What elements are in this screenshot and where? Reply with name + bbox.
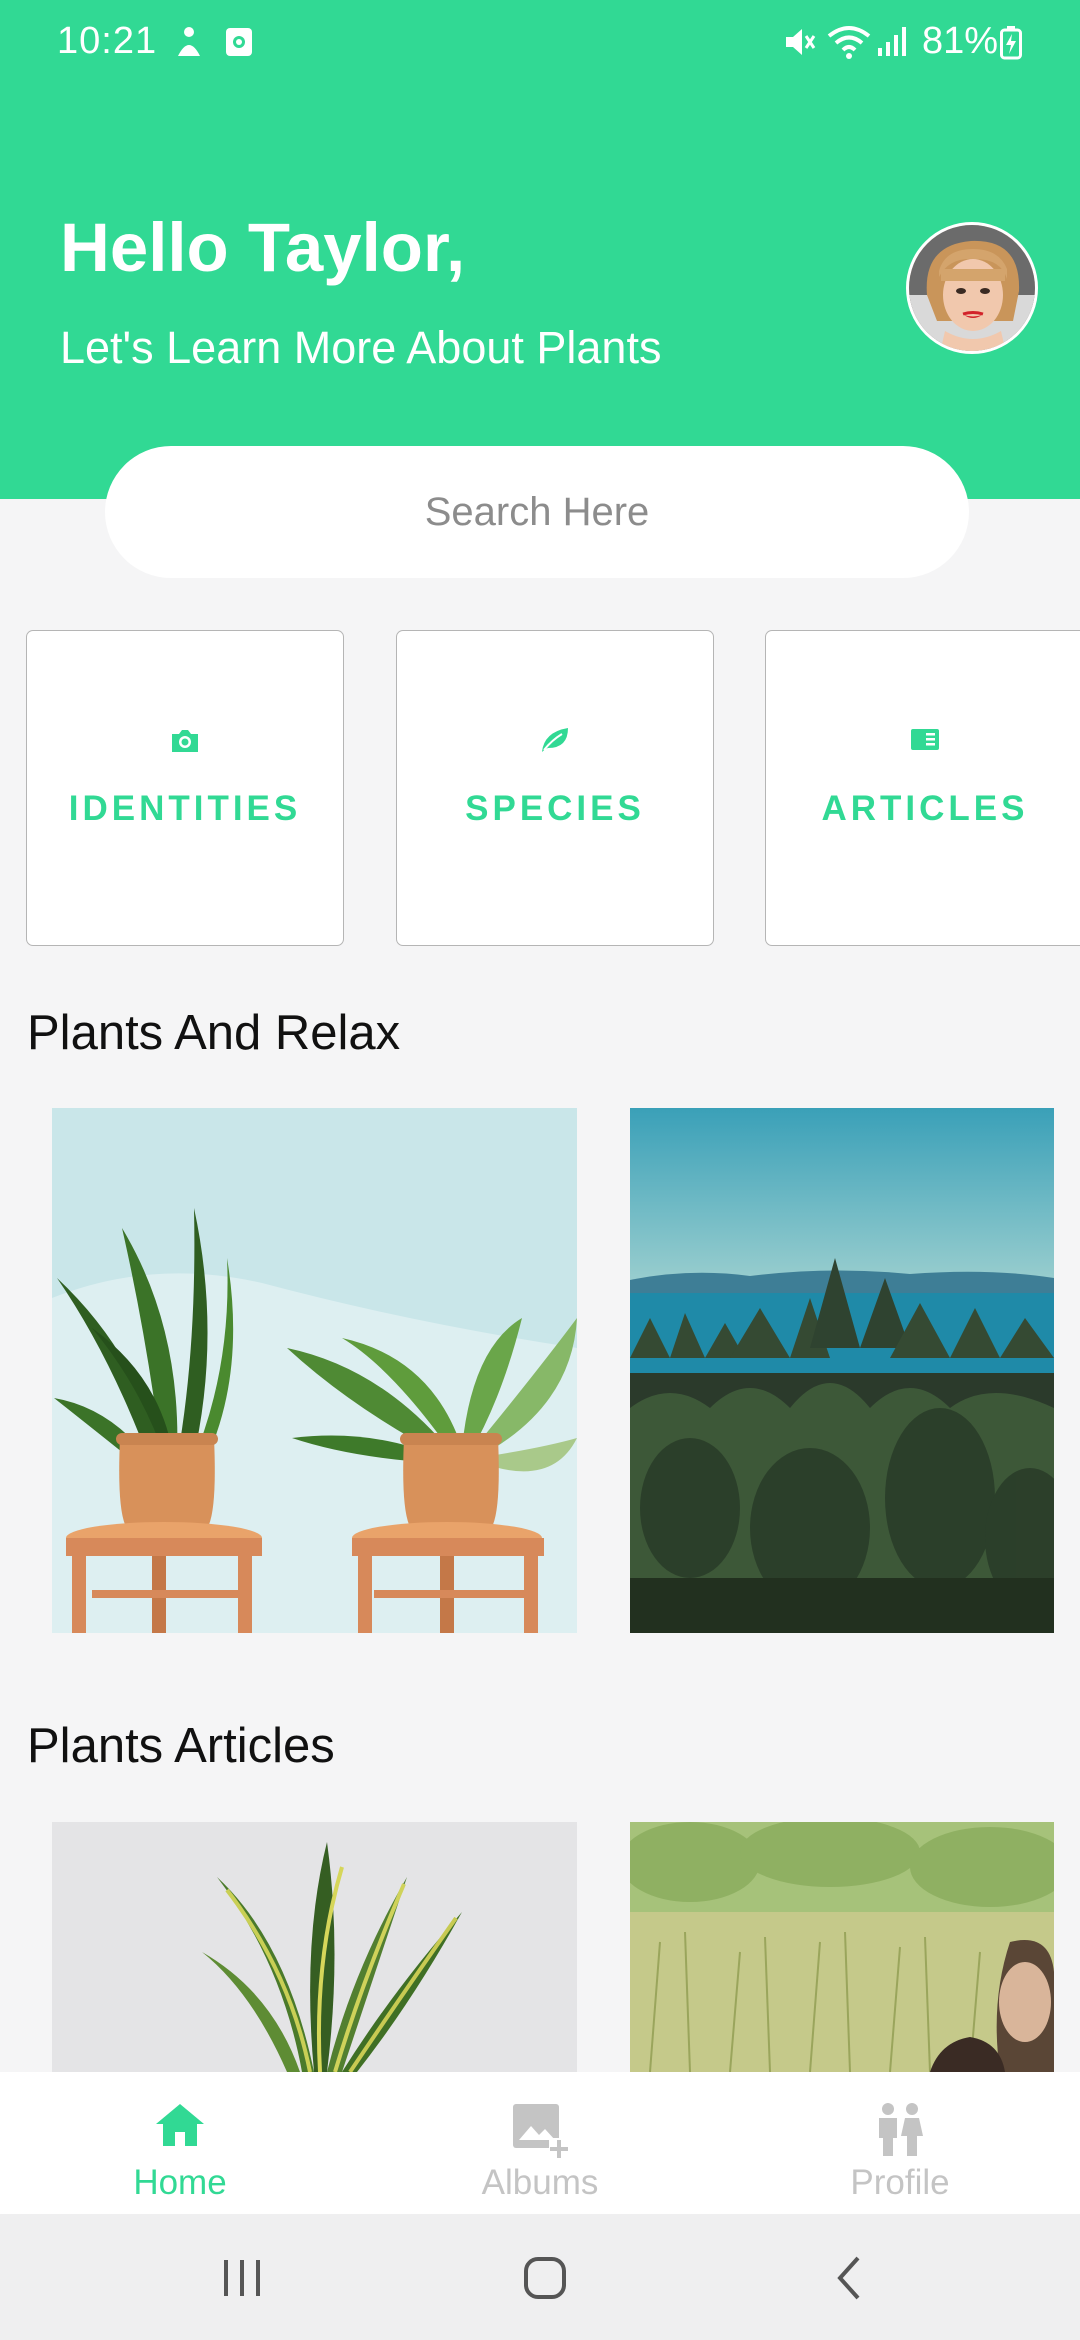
signal-icon xyxy=(876,24,910,63)
status-time: 10:21 xyxy=(57,20,158,62)
battery-percent: 81% xyxy=(922,20,999,62)
home-button[interactable] xyxy=(522,2254,568,2302)
article-photo-meadow[interactable] xyxy=(630,1822,1054,2072)
greeting-title: Hello Taylor, xyxy=(60,209,466,286)
back-button[interactable] xyxy=(830,2254,866,2302)
section-title-articles: Plants Articles xyxy=(27,1719,335,1773)
search-input[interactable] xyxy=(105,446,969,578)
nav-label: Profile xyxy=(850,2163,950,2202)
nav-label: Albums xyxy=(481,2163,599,2202)
category-species[interactable]: SPECIES xyxy=(396,630,714,946)
greeting-subtitle: Let's Learn More About Plants xyxy=(60,322,662,373)
category-label: SPECIES xyxy=(465,789,645,828)
recent-apps-button[interactable] xyxy=(220,2254,264,2302)
camera-icon xyxy=(27,726,343,760)
category-articles[interactable]: ARTICLES xyxy=(765,630,1080,946)
app-screen: 10:21 81% Hello Taylor, Let's Learn More… xyxy=(0,0,1080,2340)
nav-home[interactable]: Home xyxy=(0,2072,360,2214)
nav-profile[interactable]: Profile xyxy=(720,2072,1080,2214)
bottom-navigation: Home Albums Profile xyxy=(0,2072,1080,2214)
section-title-relax: Plants And Relax xyxy=(27,1006,401,1060)
profile-icon xyxy=(720,2102,1080,2158)
category-identities[interactable]: IDENTITIES xyxy=(26,630,344,946)
relax-photo-potted-plants[interactable] xyxy=(52,1108,577,1633)
battery-charging-icon xyxy=(1000,26,1022,65)
status-bar: 10:21 81% xyxy=(0,0,1080,86)
category-label: ARTICLES xyxy=(821,789,1029,828)
add-photo-icon xyxy=(360,2102,720,2158)
avatar[interactable] xyxy=(906,222,1038,354)
category-label: IDENTITIES xyxy=(68,789,302,828)
header-banner: 10:21 81% Hello Taylor, Let's Learn More… xyxy=(0,0,1080,499)
leaf-icon xyxy=(397,726,713,760)
article-icon xyxy=(766,726,1080,760)
mute-icon xyxy=(782,24,818,65)
article-photo-snake-plant[interactable] xyxy=(52,1822,577,2072)
system-navigation-bar xyxy=(0,2214,1080,2340)
nav-label: Home xyxy=(133,2163,227,2202)
home-icon xyxy=(0,2102,360,2158)
relax-photo-forest-lake[interactable] xyxy=(630,1108,1054,1633)
nav-albums[interactable]: Albums xyxy=(360,2072,720,2214)
wifi-icon xyxy=(826,22,872,65)
notification-icon xyxy=(172,24,206,65)
screenshot-icon xyxy=(224,26,254,63)
